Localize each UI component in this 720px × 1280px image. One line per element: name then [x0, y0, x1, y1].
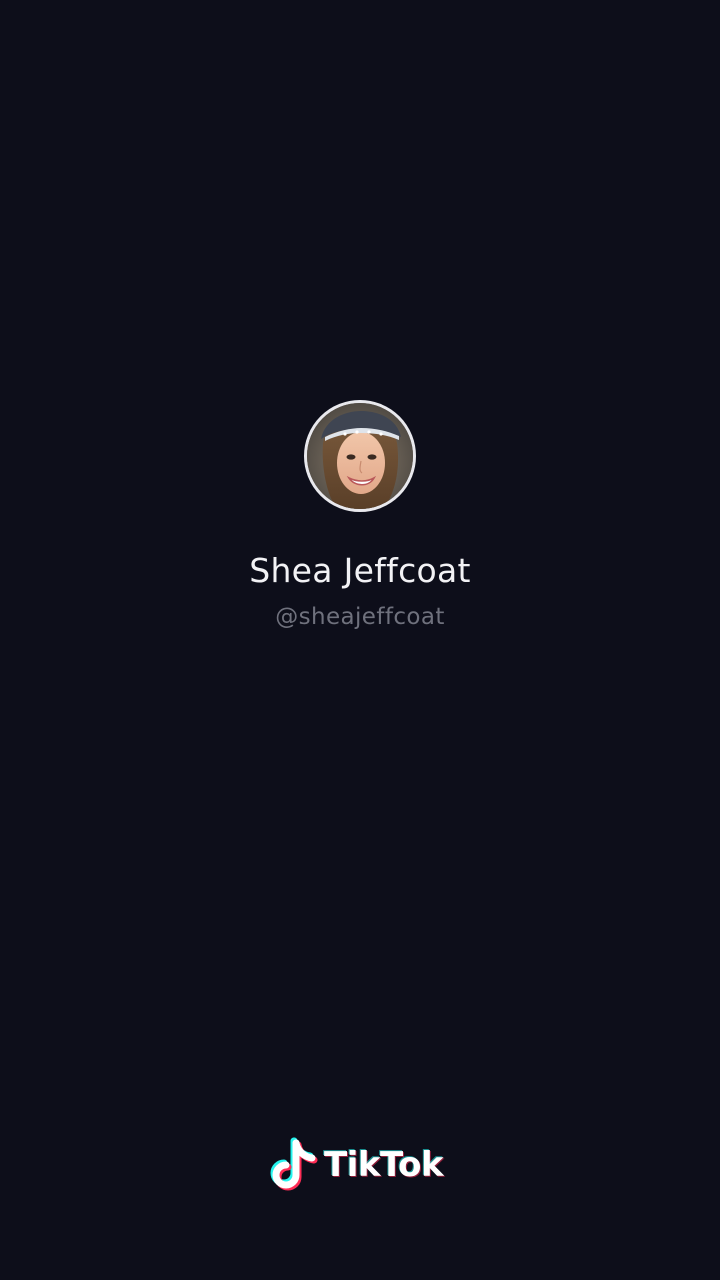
end-card-screen: Shea Jeffcoat @sheajeffcoat TikTok [0, 0, 720, 1280]
tiktok-wordmark: TikTok [324, 1145, 444, 1185]
profile-username: @sheajeffcoat [275, 604, 445, 630]
avatar[interactable] [304, 400, 416, 512]
profile-display-name: Shea Jeffcoat [249, 551, 471, 590]
profile-photo [307, 403, 413, 509]
tiktok-logo: TikTok [268, 1137, 444, 1193]
tiktok-note-icon [270, 1137, 318, 1191]
